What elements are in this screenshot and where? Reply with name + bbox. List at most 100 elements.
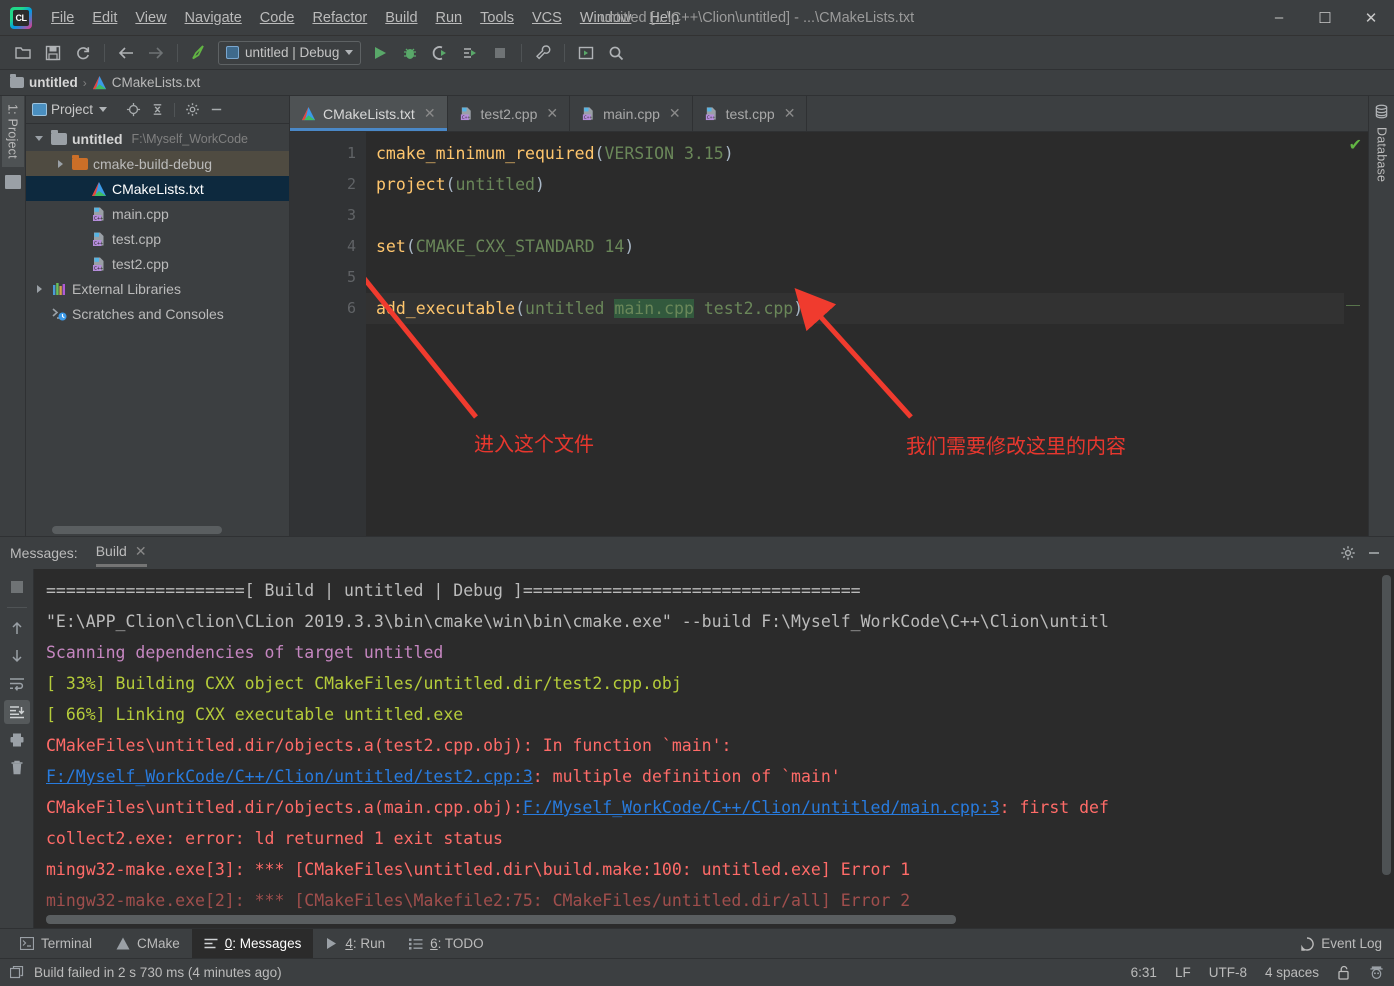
folder-icon[interactable] bbox=[4, 174, 21, 189]
sidebar-tab-project[interactable]: 1: Project bbox=[1, 96, 24, 167]
event-log-button[interactable]: Event Log bbox=[1300, 936, 1394, 951]
breadcrumb-file[interactable]: CMakeLists.txt bbox=[112, 75, 201, 90]
editor-right-gutter[interactable]: ✔ — bbox=[1344, 132, 1368, 536]
menu-build[interactable]: Build bbox=[376, 4, 426, 32]
menu-tools[interactable]: Tools bbox=[471, 4, 523, 32]
sidebar-tab-database[interactable]: Database bbox=[1371, 119, 1393, 190]
tab-test2-cpp[interactable]: C++ test2.cpp ✕ bbox=[447, 96, 571, 131]
menu-view[interactable]: View bbox=[126, 4, 175, 32]
breadcrumb-project[interactable]: untitled bbox=[29, 75, 78, 90]
locate-icon[interactable] bbox=[123, 100, 143, 120]
code-fold-marker-icon[interactable]: — bbox=[1346, 297, 1360, 311]
run-anything-icon[interactable] bbox=[573, 40, 599, 66]
code-token: ) bbox=[624, 237, 635, 256]
menu-refactor[interactable]: Refactor bbox=[303, 4, 376, 32]
hide-icon[interactable] bbox=[1364, 543, 1384, 563]
tree-row-test-cpp[interactable]: C++ test.cpp bbox=[26, 226, 289, 251]
twisty-open-icon[interactable] bbox=[32, 136, 46, 141]
cpp-file-icon: C++ bbox=[93, 257, 104, 271]
tree-row-main-cpp[interactable]: C++ main.cpp bbox=[26, 201, 289, 226]
build-hammer-icon[interactable] bbox=[186, 40, 212, 66]
toolwindow-run[interactable]: 4: Run bbox=[313, 929, 397, 959]
print-icon[interactable] bbox=[4, 728, 30, 752]
toolwindow-cmake[interactable]: CMake bbox=[104, 929, 192, 959]
project-panel-title: Project bbox=[51, 102, 94, 117]
close-button[interactable]: ✕ bbox=[1348, 0, 1394, 36]
console-link[interactable]: F:/Myself_WorkCode/C++/Clion/untitled/te… bbox=[46, 767, 533, 786]
code-content[interactable]: cmake_minimum_required(VERSION 3.15) pro… bbox=[366, 132, 1344, 536]
toggle-toolwindows-icon[interactable] bbox=[10, 965, 24, 980]
tab-cmakelists-txt[interactable]: CMakeLists.txt ✕ bbox=[290, 96, 448, 131]
project-horizontal-scrollbar[interactable] bbox=[52, 526, 222, 534]
minimize-button[interactable]: – bbox=[1256, 0, 1302, 36]
tab-close-icon[interactable]: ✕ bbox=[784, 105, 796, 122]
messages-tab-build[interactable]: Build ✕ bbox=[95, 543, 147, 567]
run-with-coverage-icon[interactable] bbox=[427, 40, 453, 66]
unlocked-icon[interactable] bbox=[1337, 965, 1351, 980]
toolwindow-todo[interactable]: 6: TODO bbox=[397, 929, 496, 959]
collapse-all-icon[interactable] bbox=[147, 100, 167, 120]
tab-test-cpp[interactable]: C++ test.cpp ✕ bbox=[692, 96, 808, 131]
soft-wrap-icon[interactable] bbox=[4, 672, 30, 696]
line-separator[interactable]: LF bbox=[1175, 965, 1191, 980]
menu-file[interactable]: File bbox=[42, 4, 83, 32]
editor-body[interactable]: 1 2 3 4 5 6 cmake_minimum_required(VERSI… bbox=[290, 132, 1368, 536]
chevron-down-icon[interactable] bbox=[99, 107, 108, 112]
stop-icon[interactable] bbox=[4, 575, 30, 599]
gear-icon[interactable] bbox=[182, 100, 202, 120]
menu-window[interactable]: Window bbox=[571, 4, 641, 32]
sync-icon[interactable] bbox=[70, 40, 96, 66]
hector-inspector-icon[interactable] bbox=[1369, 965, 1384, 980]
build-console[interactable]: ====================[ Build | untitled |… bbox=[34, 569, 1394, 928]
close-icon[interactable]: ✕ bbox=[135, 543, 147, 560]
clear-all-icon[interactable] bbox=[4, 756, 30, 780]
inspection-status-icon[interactable]: ✔ bbox=[1349, 138, 1362, 154]
prev-problem-icon[interactable] bbox=[4, 616, 30, 640]
open-folder-icon[interactable] bbox=[10, 40, 36, 66]
indent-setting[interactable]: 4 spaces bbox=[1265, 965, 1319, 980]
tab-close-icon[interactable]: ✕ bbox=[546, 105, 558, 122]
search-everywhere-icon[interactable] bbox=[603, 40, 629, 66]
tree-row-cmakelists[interactable]: CMakeLists.txt bbox=[26, 176, 289, 201]
menu-run[interactable]: Run bbox=[427, 4, 472, 32]
line-number: 6 bbox=[346, 299, 356, 317]
caret-position[interactable]: 6:31 bbox=[1131, 965, 1157, 980]
back-icon[interactable] bbox=[113, 40, 139, 66]
settings-wrench-icon[interactable] bbox=[530, 40, 556, 66]
run-configuration-selector[interactable]: untitled | Debug bbox=[218, 40, 362, 65]
tree-row-test2-cpp[interactable]: C++ test2.cpp bbox=[26, 251, 289, 276]
toolwindow-terminal[interactable]: Terminal bbox=[8, 929, 104, 959]
menu-vcs[interactable]: VCS bbox=[523, 4, 571, 32]
gear-icon[interactable] bbox=[1338, 543, 1358, 563]
twisty-closed-icon[interactable] bbox=[32, 284, 46, 293]
toolwindow-messages[interactable]: 0: Messages bbox=[191, 928, 314, 959]
maximize-button[interactable]: ☐ bbox=[1302, 0, 1348, 36]
tab-main-cpp[interactable]: C++ main.cpp ✕ bbox=[570, 96, 693, 131]
twisty-closed-icon[interactable] bbox=[53, 159, 67, 168]
tree-row-cmake-build-debug[interactable]: cmake-build-debug bbox=[26, 151, 289, 176]
file-encoding[interactable]: UTF-8 bbox=[1209, 965, 1247, 980]
debug-icon[interactable] bbox=[397, 40, 423, 66]
profile-icon[interactable] bbox=[457, 40, 483, 66]
event-log-icon bbox=[1301, 936, 1314, 951]
console-link[interactable]: F:/Myself_WorkCode/C++/Clion/untitled/ma… bbox=[523, 798, 1000, 817]
next-problem-icon[interactable] bbox=[4, 644, 30, 668]
menu-edit[interactable]: Edit bbox=[83, 4, 126, 32]
console-vertical-scrollbar[interactable] bbox=[1382, 575, 1391, 875]
hide-icon[interactable] bbox=[206, 100, 226, 120]
status-bar: Build failed in 2 s 730 ms (4 minutes ag… bbox=[0, 958, 1394, 986]
menu-code[interactable]: Code bbox=[251, 4, 304, 32]
menu-help[interactable]: Help bbox=[640, 4, 688, 32]
menu-navigate[interactable]: Navigate bbox=[176, 4, 251, 32]
tab-close-icon[interactable]: ✕ bbox=[669, 105, 681, 122]
stop-icon[interactable] bbox=[487, 40, 513, 66]
scroll-to-end-icon[interactable] bbox=[3, 700, 30, 724]
run-icon[interactable] bbox=[367, 40, 393, 66]
tree-row-untitled[interactable]: untitled F:\Myself_WorkCode bbox=[26, 126, 289, 151]
tab-close-icon[interactable]: ✕ bbox=[424, 105, 436, 122]
tree-row-external-libraries[interactable]: External Libraries bbox=[26, 276, 289, 301]
console-horizontal-scrollbar[interactable] bbox=[46, 915, 956, 924]
save-all-icon[interactable] bbox=[40, 40, 66, 66]
forward-icon[interactable] bbox=[143, 40, 169, 66]
tree-row-scratches[interactable]: Scratches and Consoles bbox=[26, 301, 289, 326]
